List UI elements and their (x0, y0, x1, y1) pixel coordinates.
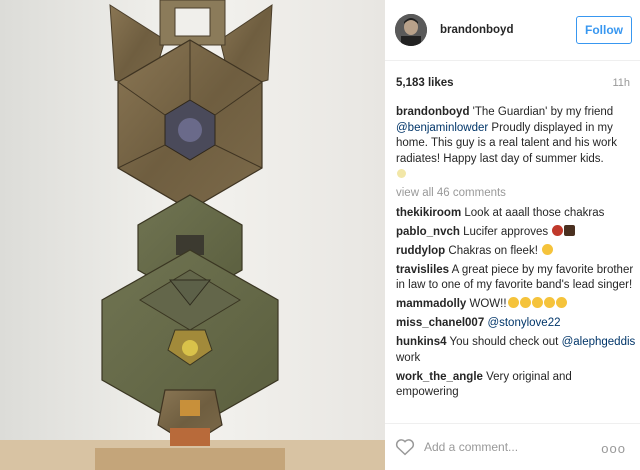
guardian-sculpture-image (0, 0, 385, 470)
comment-username[interactable]: pablo_nvch (396, 226, 460, 238)
view-all-comments-link[interactable]: view all 46 comments (396, 186, 636, 202)
comment: work_the_angle Very original and empower… (396, 370, 636, 401)
comment-username[interactable]: thekikiroom (396, 207, 461, 219)
sun-emoji-icon (397, 169, 406, 178)
comment: thekikiroom Look at aaall those chakras (396, 206, 636, 222)
comment-username[interactable]: hunkins4 (396, 336, 446, 348)
comment-username[interactable]: work_the_angle (396, 371, 483, 383)
comment: pablo_nvch Lucifer approves (396, 224, 636, 241)
heart-icon[interactable] (395, 438, 415, 456)
smirk-emoji-icon (542, 243, 554, 255)
heart-eyes-emoji-icon (543, 297, 555, 308)
comment-text: Look at aaall those chakras (461, 206, 605, 219)
comment-username[interactable]: ruddylop (396, 245, 445, 257)
devil-emoji-icon (552, 224, 564, 236)
likes-count[interactable]: 5,183 likes (396, 77, 454, 89)
comment: ruddylop Chakras on fleek! (396, 243, 636, 260)
comment-mention[interactable]: @stonylove22 (487, 317, 560, 329)
comment-text: You should check out (446, 336, 562, 348)
comment-text: Chakras on fleek! (445, 244, 542, 257)
avatar-photo-icon (395, 14, 427, 46)
caption-mention[interactable]: @benjaminlowder (396, 122, 488, 134)
comment-bar: Add a comment... ooo (385, 423, 640, 470)
post-username[interactable]: brandonboyd (440, 24, 513, 36)
comment-username[interactable]: travisliles (396, 264, 449, 276)
caption-username[interactable]: brandonboyd (396, 106, 469, 118)
heart-eyes-emoji-icon (519, 297, 531, 308)
caption: brandonboyd 'The Guardian' by my friend … (396, 105, 636, 183)
comment: mammadolly WOW!! (396, 297, 636, 313)
post-photo[interactable] (0, 0, 385, 470)
comment: miss_chanel007 @stonylove22 (396, 316, 636, 332)
thumbs-up-emoji-icon (564, 224, 576, 236)
comment-text: Lucifer approves (459, 225, 552, 238)
comment-text-after: work (396, 351, 421, 364)
comment: hunkins4 You should check out @alephgedd… (396, 335, 636, 366)
post-time[interactable]: 11h (612, 77, 630, 89)
comments-list: brandonboyd 'The Guardian' by my friend … (396, 105, 636, 404)
likes-row: 5,183 likes 11h (396, 77, 630, 89)
add-comment-input[interactable]: Add a comment... (424, 440, 518, 454)
user-avatar[interactable] (395, 14, 427, 46)
heart-eyes-emoji-icon (531, 297, 543, 308)
heart-eyes-emoji-icon (555, 297, 567, 308)
comment-username[interactable]: miss_chanel007 (396, 317, 484, 329)
comment: travisliles A great piece by my favorite… (396, 263, 636, 294)
caption-text-1: 'The Guardian' by my friend (469, 106, 614, 118)
post-header: brandonboyd Follow (385, 0, 640, 61)
more-options-icon[interactable]: ooo (601, 441, 626, 456)
comment-username[interactable]: mammadolly (396, 298, 466, 310)
heart-eyes-emoji-icon (507, 297, 519, 308)
comment-mention[interactable]: @alephgeddis (562, 336, 636, 348)
follow-button[interactable]: Follow (576, 16, 632, 44)
post-details-panel: brandonboyd Follow 5,183 likes 11h brand… (385, 0, 640, 470)
instagram-post: brandonboyd Follow 5,183 likes 11h brand… (0, 0, 640, 470)
comment-text: WOW!! (466, 298, 507, 310)
